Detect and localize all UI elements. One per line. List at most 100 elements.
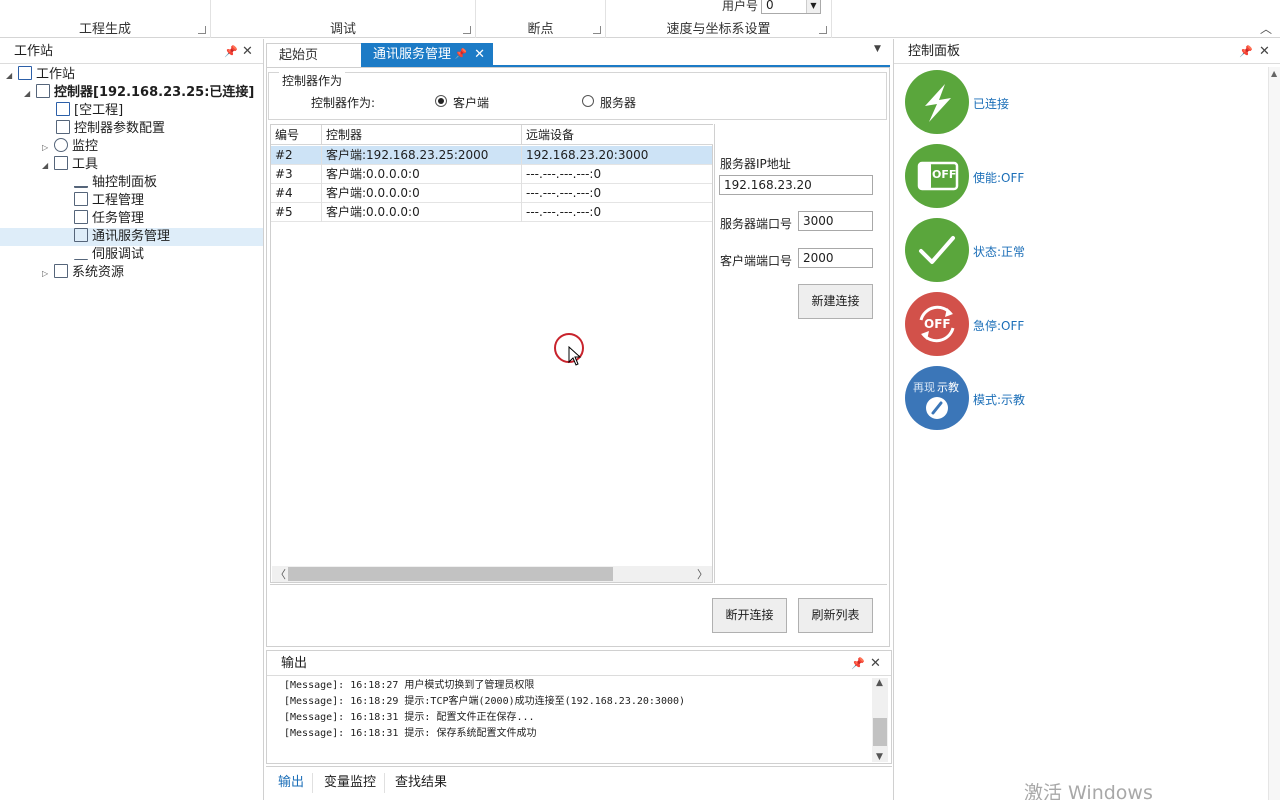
tree-item-project-mgmt[interactable]: 工程管理	[74, 192, 144, 210]
client-radio-label[interactable]: 客户端	[453, 94, 489, 111]
output-vertical-scrollbar[interactable]: ▲ ▼	[872, 678, 888, 762]
column-header-id[interactable]: 编号	[271, 125, 322, 145]
tab-list-dropdown-icon[interactable]: ▼	[874, 44, 881, 54]
tree-item-comm-service[interactable]: 通讯服务管理	[0, 228, 263, 246]
tab-find-results[interactable]: 查找结果	[387, 773, 455, 793]
pin-icon[interactable]: 📌	[224, 39, 238, 64]
panel-title: 输出	[281, 656, 308, 671]
tree-item-label: 工作站	[36, 67, 76, 82]
connected-status-button[interactable]	[905, 70, 969, 134]
group-launcher-icon[interactable]	[463, 26, 471, 34]
chevron-up-icon[interactable]: ▲	[1271, 69, 1277, 78]
tree-item-monitor[interactable]: ▷ 监控	[42, 138, 98, 156]
group-launcher-icon[interactable]	[198, 26, 206, 34]
scrollbar-thumb[interactable]	[873, 718, 887, 746]
close-icon[interactable]: ✕	[474, 43, 485, 67]
panel-title: 工作站	[14, 44, 54, 59]
table-cell: 客户端:0.0.0.0:0	[322, 165, 522, 184]
log-line: [Message]: 16:18:27 用户模式切换到了管理员权限	[284, 680, 535, 691]
server-port-input[interactable]	[798, 211, 873, 231]
client-radio[interactable]	[435, 95, 447, 107]
tab-home[interactable]: 起始页	[266, 43, 362, 67]
server-port-label: 服务器端口号	[720, 217, 793, 231]
ribbon-group-project-build: 工程生成	[0, 0, 211, 38]
collapse-icon[interactable]: ◢	[24, 85, 36, 103]
tree-item-label: 工程管理	[92, 193, 145, 208]
table-row[interactable]: #5 客户端:0.0.0.0:0 ---.---.---.---:0	[271, 203, 712, 222]
pin-icon[interactable]: 📌	[455, 43, 467, 67]
collapse-icon[interactable]: ◢	[6, 67, 18, 85]
tree-item-servo-debug[interactable]: 伺服调试	[74, 246, 144, 264]
table-cell: #5	[271, 203, 322, 222]
column-header-controller[interactable]: 控制器	[322, 125, 522, 145]
column-header-remote[interactable]: 远端设备	[522, 125, 713, 145]
table-cell: 客户端:192.168.23.25:2000	[322, 146, 522, 165]
table-row[interactable]: #3 客户端:0.0.0.0:0 ---.---.---.---:0	[271, 165, 712, 184]
server-radio-label[interactable]: 服务器	[600, 94, 636, 111]
tree-item-task-mgmt[interactable]: 任务管理	[74, 210, 144, 228]
workstation-icon	[18, 66, 32, 80]
tree-item-label: 监控	[72, 139, 99, 154]
tree-item-sys-resources[interactable]: ▷ 系统资源	[42, 264, 124, 282]
enable-toggle-button[interactable]: OFF	[905, 144, 969, 208]
tab-label: 起始页	[279, 48, 319, 63]
tab-output[interactable]: 输出	[270, 773, 314, 793]
tree-item-empty-project[interactable]: [空工程]	[56, 102, 123, 120]
log-line: [Message]: 16:18:31 提示: 保存系统配置文件成功	[284, 728, 537, 739]
connection-table: 编号 控制器 远端设备 #2 客户端:192.168.23.25:2000 19…	[270, 124, 713, 583]
ribbon-group-label: 调试	[329, 22, 356, 37]
group-launcher-icon[interactable]	[593, 26, 601, 34]
tree-item-axis-panel[interactable]: 轴控制面板	[74, 174, 157, 192]
expand-icon[interactable]: ▷	[42, 265, 54, 283]
connected-label: 已连接	[973, 97, 1010, 111]
ribbon-group-breakpoint: 断点	[476, 0, 606, 38]
refresh-list-button[interactable]: 刷新列表	[798, 598, 873, 633]
table-horizontal-scrollbar[interactable]: 〈 〉	[272, 566, 712, 582]
mode-switch-button[interactable]: 再现 示教	[905, 366, 969, 430]
tree-item-controller[interactable]: ◢ 控制器[192.168.23.25:已连接]	[24, 84, 254, 102]
table-row[interactable]: #4 客户端:0.0.0.0:0 ---.---.---.---:0	[271, 184, 712, 203]
mouse-pointer-icon	[568, 346, 582, 366]
tab-variable-monitor[interactable]: 变量监控	[316, 773, 386, 793]
control-panel-scrollbar[interactable]: ▲	[1268, 67, 1280, 800]
tree-item-workstation[interactable]: ◢ 工作站	[6, 66, 75, 84]
close-icon[interactable]: ✕	[1259, 39, 1270, 64]
server-ip-input[interactable]	[719, 175, 873, 195]
status-indicator[interactable]	[905, 218, 969, 282]
tree-item-tools[interactable]: ◢ 工具	[42, 156, 98, 174]
ribbon-collapse-icon[interactable]: ︿	[1260, 20, 1272, 37]
disconnect-button[interactable]: 断开连接	[712, 598, 787, 633]
pin-icon[interactable]: 📌	[851, 651, 865, 676]
expand-icon[interactable]: ▷	[42, 139, 54, 157]
mode-knob-icon	[926, 397, 948, 419]
chevron-down-icon[interactable]: ▼	[876, 752, 883, 762]
tree-item-label: 控制器[192.168.23.25:已连接]	[54, 85, 255, 100]
chevron-down-icon[interactable]: ▼	[806, 0, 820, 13]
chevron-right-icon[interactable]: 〉	[697, 566, 708, 582]
table-row[interactable]: #2 客户端:192.168.23.25:2000 192.168.23.20:…	[271, 146, 712, 165]
client-port-input[interactable]	[798, 248, 873, 268]
new-connection-button[interactable]: 新建连接	[798, 284, 873, 319]
scrollbar-thumb[interactable]	[288, 567, 613, 581]
server-radio[interactable]	[582, 95, 594, 107]
close-icon[interactable]: ✕	[870, 651, 881, 676]
table-cell: ---.---.---.---:0	[526, 167, 602, 181]
lightning-icon	[925, 84, 951, 122]
user-number-select[interactable]: 0 ▼	[761, 0, 821, 14]
document-tab-bar: 起始页 通讯服务管理 📌 ✕	[266, 41, 890, 67]
enable-label: 使能:OFF	[973, 171, 1025, 185]
emergency-stop-button[interactable]: OFF	[905, 292, 969, 356]
chevron-left-icon[interactable]: 〈	[275, 566, 286, 582]
pin-icon[interactable]: 📌	[1239, 39, 1253, 64]
activation-watermark: 激活 Windows	[1024, 782, 1153, 800]
chevron-up-icon[interactable]: ▲	[876, 678, 883, 688]
group-launcher-icon[interactable]	[819, 26, 827, 34]
panel-title: 控制面板	[908, 44, 961, 59]
tree-item-param-config[interactable]: 控制器参数配置	[56, 120, 165, 138]
close-icon[interactable]: ✕	[242, 39, 253, 64]
project-icon	[56, 102, 70, 116]
tab-comm-service[interactable]: 通讯服务管理 📌 ✕	[361, 43, 493, 67]
estop-label: 急停:OFF	[973, 319, 1025, 333]
status-label: 状态:正常	[973, 245, 1026, 259]
collapse-icon[interactable]: ◢	[42, 157, 54, 175]
